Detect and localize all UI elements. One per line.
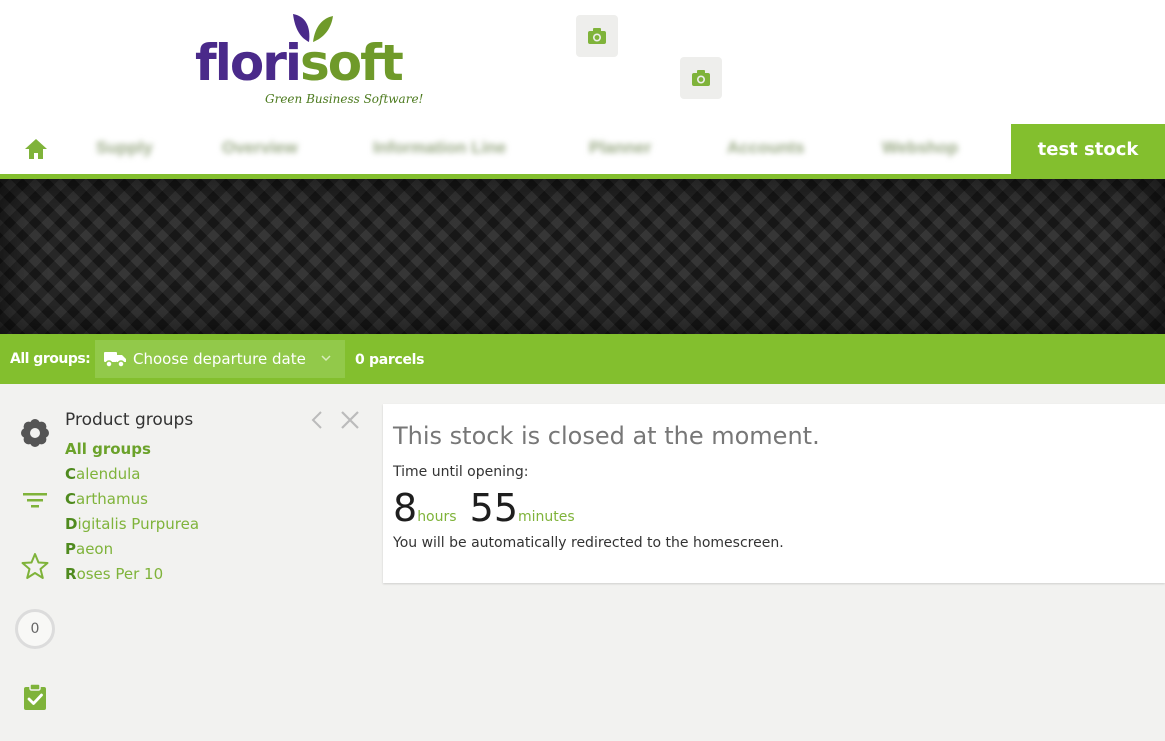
product-group-item[interactable]: Calendula xyxy=(65,465,199,490)
logo-part-i: i xyxy=(284,34,302,92)
clipboard-check-icon xyxy=(24,683,46,710)
product-group-label: All groups xyxy=(65,440,151,458)
favorites-button[interactable] xyxy=(18,549,52,583)
product-group-initial: C xyxy=(65,490,77,508)
product-group-initial: D xyxy=(65,515,78,533)
header: florisoft Green Business Software! xyxy=(0,0,1165,124)
nav-item-2[interactable]: Overview xyxy=(222,138,298,160)
countdown-minutes-unit: minutes xyxy=(518,509,575,525)
product-groups-title: Product groups xyxy=(65,410,194,430)
product-group-all[interactable]: All groups xyxy=(65,440,199,465)
nav-item-4[interactable]: Planner xyxy=(589,138,651,160)
product-group-label: arthamus xyxy=(76,490,148,508)
filter-icon xyxy=(23,493,47,508)
filter-toolbar: All groups: Choose departure date 0 parc… xyxy=(0,334,1165,384)
truck-icon xyxy=(104,352,126,368)
parcels-count: 0 parcels xyxy=(355,352,425,368)
redirect-notice: You will be automatically redirected to … xyxy=(393,535,784,551)
logo-wordmark: florisoft xyxy=(195,34,404,92)
main-nav: Supply Overview Information Line Planner… xyxy=(0,124,1165,174)
product-group-label: aeon xyxy=(76,540,114,558)
product-group-item[interactable]: Carthamus xyxy=(65,490,199,515)
product-groups-list: All groups Calendula Carthamus Digitalis… xyxy=(65,440,199,590)
logo-part-soft: soft xyxy=(300,34,404,92)
star-icon xyxy=(21,553,49,579)
orders-button[interactable] xyxy=(18,680,52,714)
product-group-label: oses Per 10 xyxy=(76,565,164,583)
logo-tagline: Green Business Software! xyxy=(265,92,424,106)
cart-count-badge[interactable]: 0 xyxy=(15,609,55,649)
camera-icon xyxy=(588,28,606,44)
countdown-minutes-value: 55 xyxy=(469,486,519,530)
flower-icon xyxy=(21,419,49,447)
countdown-hours-unit: hours xyxy=(417,509,457,525)
nav-item-1[interactable]: Supply xyxy=(96,138,153,160)
chevron-down-icon xyxy=(321,355,331,362)
groups-label: All groups: xyxy=(10,351,91,367)
home-icon[interactable] xyxy=(22,136,50,162)
time-until-opening-label: Time until opening: xyxy=(393,464,529,480)
product-group-label: alendula xyxy=(76,465,141,483)
camera-icon xyxy=(692,70,710,86)
product-group-initial: R xyxy=(65,565,77,583)
opening-countdown: 8hours 55minutes xyxy=(393,486,575,530)
camera-button-2[interactable] xyxy=(680,57,722,99)
product-group-item[interactable]: Paeon xyxy=(65,540,199,565)
product-group-item[interactable]: Roses Per 10 xyxy=(65,565,199,590)
florisoft-logo[interactable]: florisoft Green Business Software! xyxy=(195,12,445,112)
nav-item-test-stock[interactable]: test stock xyxy=(1011,124,1165,174)
product-group-label: igitalis Purpurea xyxy=(77,515,200,533)
departure-date-placeholder: Choose departure date xyxy=(133,350,306,368)
nav-item-6[interactable]: Webshop xyxy=(882,138,958,160)
product-groups-button[interactable] xyxy=(18,416,52,450)
camera-button-1[interactable] xyxy=(576,15,618,57)
stock-closed-title: This stock is closed at the moment. xyxy=(393,422,820,450)
hero-banner xyxy=(0,179,1165,334)
product-group-initial: C xyxy=(65,465,77,483)
product-group-item[interactable]: Digitalis Purpurea xyxy=(65,515,199,540)
logo-part-flor: flor xyxy=(195,34,287,92)
product-group-initial: P xyxy=(65,540,76,558)
nav-item-5[interactable]: Accounts xyxy=(727,138,804,160)
stock-closed-card: This stock is closed at the moment. Time… xyxy=(383,404,1165,583)
filter-button[interactable] xyxy=(18,483,52,517)
close-icon[interactable] xyxy=(340,410,360,430)
chevron-left-icon[interactable] xyxy=(310,410,324,430)
departure-date-select[interactable]: Choose departure date xyxy=(95,340,345,378)
nav-item-3[interactable]: Information Line xyxy=(373,138,506,160)
countdown-hours-value: 8 xyxy=(393,486,418,530)
